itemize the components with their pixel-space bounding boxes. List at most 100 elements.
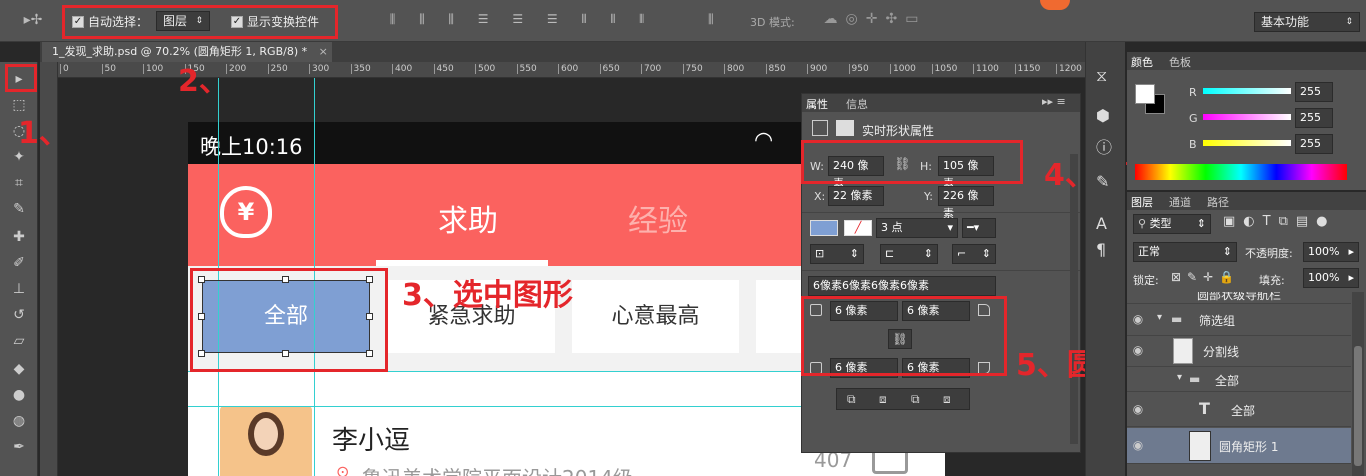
blend-mode-value: 正常 <box>1138 245 1160 258</box>
avatar-face <box>248 412 284 456</box>
character-icon[interactable]: A <box>1096 214 1107 233</box>
info-icon[interactable]: ⓘ <box>1096 134 1112 158</box>
brush-presets-icon[interactable]: ✎ <box>1096 172 1109 191</box>
opacity-input[interactable]: 100% ▸ <box>1303 242 1359 262</box>
ruler-tick-label: 700 <box>641 64 661 74</box>
tab-info[interactable]: 信息 <box>846 96 868 112</box>
annotation-step3: 3、选中图形 <box>402 278 573 313</box>
properties-heading: 实时形状属性 <box>862 124 935 138</box>
text-layer-icon: T <box>1199 399 1210 418</box>
tab-color[interactable]: 颜色 <box>1131 54 1153 70</box>
folder-icon: ▬ <box>1189 372 1201 386</box>
fill-input[interactable]: 100% ▸ <box>1303 268 1359 288</box>
dodge-tool-button[interactable]: ◍ <box>8 410 30 432</box>
3d-icon[interactable]: ⬢ <box>1096 106 1110 125</box>
tab-help[interactable]: 求助 <box>438 196 498 240</box>
align-icons[interactable]: ⫼ ⫼ ⫼ ☰ ☰ ☰ ⫴ ⫴ ⫴ <box>352 12 692 27</box>
stroke-caps-dropdown[interactable]: ⊏ ⇕ <box>880 244 938 264</box>
stroke-width-input[interactable]: 3 点 ▾ <box>876 218 958 238</box>
layer-name: 圆部状级导航栏 <box>1197 292 1282 302</box>
exclude-shapes-icon[interactable]: ⧈ <box>943 392 951 407</box>
tab-channels[interactable]: 通道 <box>1169 194 1191 210</box>
ruler-tick-label: 0 <box>60 64 69 74</box>
stroke-align-dropdown[interactable]: ⊡ ⇕ <box>810 244 864 264</box>
ruler-tick-label: 200 <box>226 64 246 74</box>
layer-row[interactable]: 圆部状级导航栏 <box>1127 292 1351 304</box>
workspace-value: 基本功能 <box>1261 15 1310 29</box>
stroke-style-dropdown[interactable]: ━▾ <box>962 218 996 238</box>
visibility-eye-icon[interactable]: ◉ <box>1131 438 1145 452</box>
history-brush-tool-button[interactable]: ↺ <box>8 304 30 326</box>
location-icon: ⊙ <box>336 462 350 476</box>
blend-mode-dropdown[interactable]: 正常 ⇕ <box>1133 242 1237 262</box>
ruler-tick-label: 350 <box>350 64 371 74</box>
scrollbar-thumb[interactable] <box>1354 346 1362 466</box>
tab-paths[interactable]: 路径 <box>1207 194 1229 210</box>
layer-filter-icons[interactable]: ▣◐T⧉▤● <box>1223 214 1363 229</box>
layer-kind-filter[interactable]: ⚲ 类型 ⇕ <box>1133 214 1211 234</box>
layer-row[interactable]: ◉ T 全部 <box>1127 393 1351 427</box>
channel-g-slider[interactable] <box>1203 114 1291 120</box>
visibility-eye-icon[interactable]: ◉ <box>1131 312 1145 326</box>
ruler-tick-label: 1200 <box>1056 64 1082 74</box>
intersect-shapes-icon[interactable]: ⧉ <box>911 392 920 407</box>
annotation-step2: 2、 <box>178 64 229 99</box>
channel-g-input[interactable]: 255 <box>1295 108 1333 128</box>
brush-tool-button[interactable]: ✐ <box>8 252 30 274</box>
layer-name: 分割线 <box>1203 345 1240 359</box>
combine-shapes-icon[interactable]: ⧉ <box>847 392 856 407</box>
crop-tool-button[interactable]: ⌗ <box>8 172 30 194</box>
ruler-tick-label: 450 <box>433 64 454 74</box>
channel-b-slider[interactable] <box>1203 140 1291 146</box>
pen-tool-button[interactable]: ✒ <box>8 436 30 458</box>
properties-scrollbar[interactable] <box>1070 154 1078 444</box>
expand-arrow-icon[interactable]: ▾ <box>1157 312 1162 323</box>
tab-experience[interactable]: 经验 <box>628 196 688 240</box>
blur-tool-button[interactable]: ● <box>8 384 30 406</box>
eraser-tool-button[interactable]: ▱ <box>8 330 30 352</box>
visibility-eye-icon[interactable]: ◉ <box>1131 402 1145 416</box>
fill-swatch[interactable] <box>810 220 838 236</box>
paint-bucket-tool-button[interactable]: ◆ <box>8 358 30 380</box>
stroke-corners-dropdown[interactable]: ⌐ ⇕ <box>952 244 996 264</box>
foreground-color-swatch[interactable] <box>1135 84 1155 104</box>
tab-properties[interactable]: 属性 <box>806 96 828 112</box>
subtract-shapes-icon[interactable]: ⧈ <box>879 392 887 407</box>
layer-row[interactable]: ◉ ▾ ▬ 筛选组 <box>1127 305 1351 336</box>
radii-summary[interactable]: 6像素6像素6像素6像素 <box>808 276 996 296</box>
y-input[interactable]: 226 像素 <box>938 186 994 220</box>
channel-r-input[interactable]: 255 <box>1295 82 1333 102</box>
eyedropper-tool-button[interactable]: ✎ <box>8 198 30 220</box>
stamp-tool-button[interactable]: ⊥ <box>8 278 30 300</box>
layer-name: 筛选组 <box>1199 314 1236 328</box>
color-panel: 颜色 色板 R 255 G 255 B 255 <box>1127 52 1366 190</box>
workspace-dropdown[interactable]: 基本功能 ⇕ <box>1254 12 1360 32</box>
panel-menu-icon[interactable]: ▸▸ ≡ <box>1042 95 1066 108</box>
filter-highest-label: 心意最高 <box>611 304 700 329</box>
channel-b-input[interactable]: 255 <box>1295 134 1333 154</box>
3d-mode-icons[interactable]: ☁◎✛✣▭ <box>810 11 940 27</box>
distribute-icon[interactable]: ⫼ <box>708 12 714 27</box>
layer-row-selected[interactable]: ◉ 圆角矩形 1 <box>1127 428 1351 464</box>
ruler-tick-label: 950 <box>848 64 869 74</box>
close-tab-icon[interactable]: × <box>319 45 328 58</box>
layer-row[interactable]: ▾ ▬ 全部 <box>1127 367 1351 392</box>
move-tool-icon[interactable]: ▸✢ <box>18 12 48 28</box>
expand-arrow-icon[interactable]: ▾ <box>1177 372 1182 383</box>
stroke-swatch[interactable]: ╱ <box>844 220 872 236</box>
layer-row[interactable]: ◉ 分割线 <box>1127 336 1351 367</box>
layer-thumbnail <box>1189 431 1211 461</box>
history-icon[interactable]: ⧖ <box>1096 66 1107 86</box>
channel-r-slider[interactable] <box>1203 88 1291 94</box>
tab-swatches[interactable]: 色板 <box>1169 54 1191 70</box>
x-input[interactable]: 22 像素 <box>828 186 884 206</box>
tab-layers[interactable]: 图层 <box>1131 194 1153 210</box>
filter-highest-chip[interactable]: 心意最高 <box>572 280 739 353</box>
lock-icons[interactable]: ⊠✎✛🔒 <box>1171 270 1240 284</box>
layers-tabs: 图层 通道 路径 <box>1127 192 1366 210</box>
color-spectrum[interactable] <box>1135 164 1347 180</box>
visibility-eye-icon[interactable]: ◉ <box>1131 343 1145 357</box>
paragraph-icon[interactable]: ¶ <box>1096 240 1106 259</box>
healing-tool-button[interactable]: ✚ <box>8 226 30 248</box>
y-label: Y: <box>924 190 933 203</box>
